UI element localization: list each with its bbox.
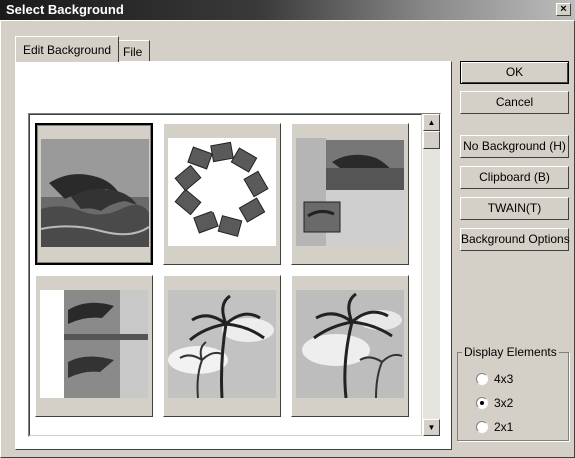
palm-trees-framed-image	[296, 290, 404, 398]
thumbnail-dolphins-collage[interactable]	[291, 123, 409, 265]
radio-label: 2x1	[494, 420, 514, 434]
arrow-up-icon: ▲	[427, 118, 436, 127]
background-options-button[interactable]: Background Options	[460, 228, 570, 251]
radio-4x3[interactable]: 4x3	[476, 371, 513, 387]
radio-indicator[interactable]	[476, 373, 488, 385]
dolphins-ocean-image	[41, 139, 149, 247]
tab-label: Edit Background	[23, 43, 112, 57]
thumbnail-dolphins-strips[interactable]	[35, 275, 153, 417]
thumbnail-grid: ▲ ▼	[28, 113, 441, 437]
radio-indicator[interactable]	[476, 397, 488, 409]
tab-label: File	[123, 45, 143, 59]
twain-button[interactable]: TWAIN(T)	[460, 197, 569, 220]
thumbnail-palm-trees-framed[interactable]	[291, 275, 409, 417]
scroll-down-button[interactable]: ▼	[423, 419, 440, 436]
radio-label: 4x3	[494, 372, 514, 386]
palm-trees-image	[168, 290, 276, 398]
ok-button[interactable]: OK	[460, 61, 569, 84]
close-button[interactable]: ×	[556, 3, 571, 16]
thumbnail-dolphins-ocean[interactable]	[35, 123, 153, 265]
radio-label: 3x2	[494, 396, 514, 410]
arrow-down-icon: ▼	[427, 423, 436, 432]
cancel-button[interactable]: Cancel	[460, 91, 569, 114]
thumbnail-palm-trees-sky[interactable]	[163, 275, 281, 417]
collage-image	[296, 138, 404, 246]
radio-indicator[interactable]	[476, 421, 488, 433]
thumbnail-dolphin-photo-ring[interactable]	[163, 123, 281, 265]
close-icon: ×	[560, 3, 567, 15]
clipboard-button[interactable]: Clipboard (B)	[460, 166, 569, 189]
scroll-thumb[interactable]	[423, 131, 440, 149]
title-bar: Select Background ×	[0, 0, 575, 20]
scroll-up-button[interactable]: ▲	[423, 114, 440, 131]
vertical-scrollbar[interactable]: ▲ ▼	[423, 114, 440, 436]
tab-file[interactable]: File	[115, 40, 151, 62]
tab-edit-background[interactable]: Edit Background	[15, 36, 120, 62]
photo-ring-image	[168, 138, 276, 246]
no-background-button[interactable]: No Background (H)	[460, 135, 569, 158]
display-elements-group: Display Elements 4x3 3x2 2x1	[457, 345, 569, 441]
strips-image	[40, 290, 148, 398]
radio-2x1[interactable]: 2x1	[476, 419, 513, 435]
display-elements-label: Display Elements	[462, 345, 559, 359]
window-title: Select Background	[6, 2, 124, 17]
radio-3x2[interactable]: 3x2	[476, 395, 513, 411]
thumbnail-viewport	[29, 114, 422, 436]
